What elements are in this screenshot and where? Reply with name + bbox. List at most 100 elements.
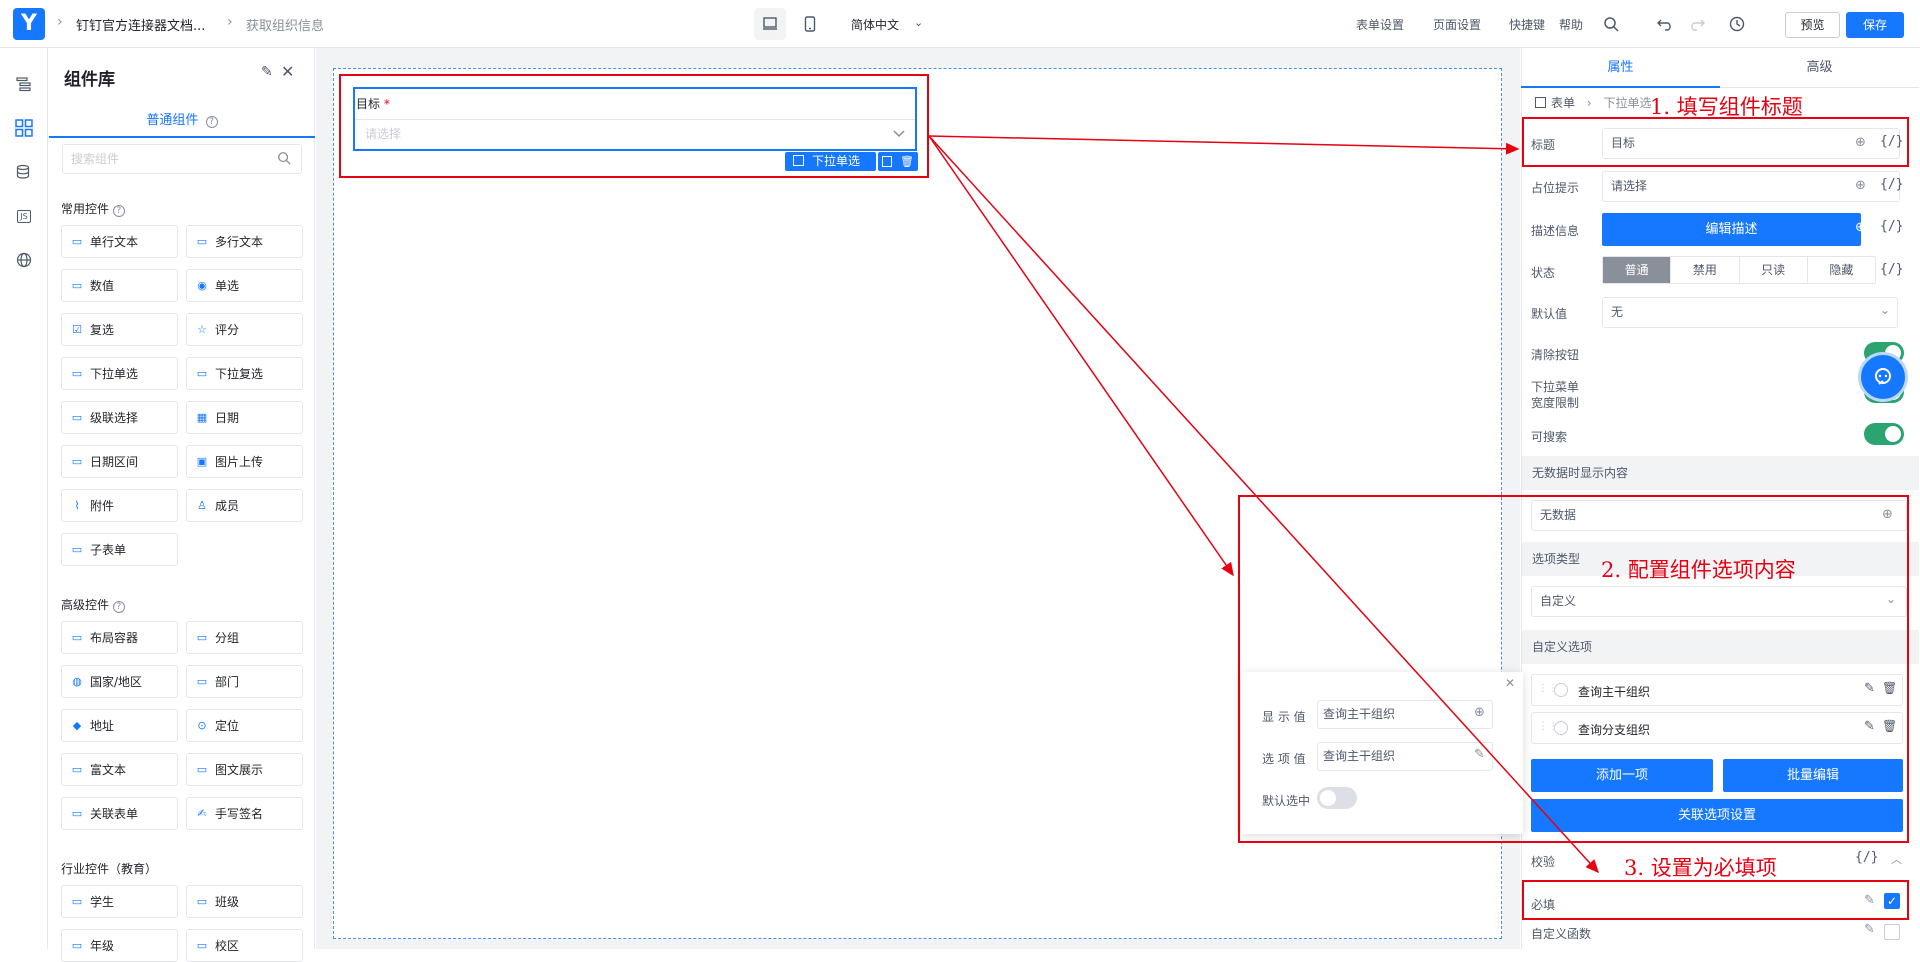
checkbox-icon: ☑ (72, 323, 82, 336)
component-label: 日期区间 (90, 455, 139, 469)
breadcrumb-page[interactable]: 获取组织信息 (246, 15, 324, 34)
datasource-icon[interactable] (12, 160, 36, 184)
variable-binding-icon[interactable]: {/} (1880, 262, 1903, 277)
component-label: 成员 (215, 499, 240, 513)
component-item[interactable]: ☑ 复选 (61, 313, 178, 346)
search-icon[interactable] (1601, 14, 1621, 34)
map-pin-icon: ◆ (72, 719, 82, 732)
component-item[interactable]: ◆ 地址 (61, 709, 178, 742)
props-breadcrumb: 表单 › 下拉单选 (1535, 94, 1652, 111)
component-item[interactable]: ♙ 成员 (186, 489, 303, 522)
chevron-up-icon[interactable]: ︿ (1891, 851, 1902, 867)
component-item[interactable]: ✍ 手写签名 (186, 797, 303, 830)
customer-service-button[interactable] (1858, 352, 1908, 402)
variable-binding-icon[interactable]: {/} (1880, 219, 1903, 234)
component-label: 数值 (90, 279, 115, 293)
js-icon[interactable]: JS (12, 204, 36, 228)
component-item[interactable]: ▭ 布局容器 (61, 621, 178, 654)
page-settings-link[interactable]: 页面设置 (1433, 16, 1481, 33)
state-option[interactable]: 禁用 (1670, 257, 1738, 283)
component-item[interactable]: ▭ 级联选择 (61, 401, 178, 434)
component-item[interactable]: ◍ 国家/地区 (61, 665, 178, 698)
custom-function-checkbox[interactable] (1884, 924, 1900, 940)
text-input-icon: ▭ (71, 235, 83, 248)
globe-icon[interactable] (12, 248, 36, 272)
components-icon[interactable] (12, 116, 36, 140)
component-item[interactable]: ⊙ 定位 (186, 709, 303, 742)
component-item[interactable]: ▭ 班级 (186, 885, 303, 918)
search-icon[interactable] (277, 151, 291, 168)
default-value-select[interactable]: 无 (1602, 297, 1898, 328)
tab-common-components[interactable]: 普通组件 ? (49, 104, 315, 138)
variable-binding-icon[interactable]: {/} (1855, 850, 1878, 865)
component-item[interactable]: ◉ 单选 (186, 269, 303, 302)
component-item[interactable]: ▭ 图文展示 (186, 753, 303, 786)
component-item[interactable]: ▭ 富文本 (61, 753, 178, 786)
searchable-toggle[interactable] (1864, 423, 1904, 445)
outline-icon[interactable] (12, 72, 36, 96)
tab-properties[interactable]: 属性 (1521, 48, 1720, 88)
pin-icon[interactable]: ✎ (261, 64, 273, 80)
history-icon[interactable] (1727, 14, 1747, 34)
component-item[interactable]: ▭ 多行文本 (186, 225, 303, 258)
panel-title: 组件库 (64, 70, 115, 90)
shortcuts-link[interactable]: 快捷键 (1509, 16, 1545, 33)
globe-icon[interactable]: ⊕ (1855, 178, 1866, 193)
breadcrumb-app[interactable]: 钉钉官方连接器文档... (76, 15, 205, 34)
component-item[interactable]: ▭ 日期区间 (61, 445, 178, 478)
component-item[interactable]: ▭ 关联表单 (61, 797, 178, 830)
component-label: 校区 (215, 939, 240, 953)
component-item[interactable]: ▭ 年级 (61, 929, 178, 962)
mobile-view-button[interactable] (794, 8, 826, 40)
component-item[interactable]: ▭ 子表单 (61, 533, 178, 566)
language-select[interactable]: 简体中文 (851, 16, 899, 33)
chevron-down-icon[interactable]: ⌄ (914, 16, 923, 29)
component-label: 年级 (90, 939, 115, 953)
state-option[interactable]: 普通 (1603, 257, 1671, 283)
group-title-common: 常用控件 ? (61, 200, 125, 217)
component-item[interactable]: ▭ 下拉复选 (186, 357, 303, 390)
calendar-icon: ▦ (196, 411, 208, 424)
chevron-right-icon: › (227, 14, 233, 30)
globe-icon[interactable]: ⊕ (1855, 220, 1866, 235)
component-label: 关联表单 (90, 807, 139, 821)
component-item[interactable]: ☆ 评分 (186, 313, 303, 346)
component-item[interactable]: ▭ 数值 (61, 269, 178, 302)
component-item[interactable]: ▭ 校区 (186, 929, 303, 962)
class-icon: ▭ (196, 895, 208, 908)
variable-binding-icon[interactable]: {/} (1880, 177, 1903, 192)
chevron-down-icon[interactable]: ⌄ (1880, 303, 1890, 317)
default-value-label: 默认值 (1531, 307, 1568, 321)
image-icon: ▣ (196, 455, 208, 468)
help-link[interactable]: 帮助 (1559, 16, 1583, 33)
layout-icon: ▭ (71, 631, 83, 644)
tab-advanced[interactable]: 高级 (1720, 48, 1919, 88)
app-logo[interactable]: Y (13, 8, 45, 40)
component-item[interactable]: ▭ 下拉单选 (61, 357, 178, 390)
component-item[interactable]: ▭ 部门 (186, 665, 303, 698)
undo-icon[interactable] (1655, 14, 1675, 34)
save-button[interactable]: 保存 (1846, 12, 1904, 38)
edit-icon[interactable]: ✎ (1864, 922, 1875, 937)
component-item[interactable]: ▭ 学生 (61, 885, 178, 918)
redo-icon[interactable] (1687, 14, 1707, 34)
component-item[interactable]: ▣ 图片上传 (186, 445, 303, 478)
state-option[interactable]: 只读 (1738, 257, 1807, 283)
preview-button[interactable]: 预览 (1785, 12, 1840, 38)
desktop-view-button[interactable] (754, 8, 786, 40)
component-item[interactable]: ⌇ 附件 (61, 489, 178, 522)
component-item[interactable]: ▦ 日期 (186, 401, 303, 434)
component-label: 评分 (215, 323, 240, 337)
image-text-icon: ▭ (196, 763, 208, 776)
grade-icon: ▭ (71, 939, 83, 952)
edit-description-button[interactable]: 编辑描述 (1602, 213, 1861, 246)
state-option[interactable]: 隐藏 (1806, 257, 1875, 283)
component-search-input[interactable]: 搜索组件 (62, 144, 302, 174)
component-label: 单行文本 (90, 235, 139, 249)
component-item[interactable]: ▭ 分组 (186, 621, 303, 654)
close-icon[interactable]: ✕ (281, 62, 294, 81)
component-label: 定位 (215, 719, 240, 733)
component-item[interactable]: ▭ 单行文本 (61, 225, 178, 258)
subform-icon: ▭ (71, 543, 83, 556)
form-settings-link[interactable]: 表单设置 (1356, 16, 1404, 33)
